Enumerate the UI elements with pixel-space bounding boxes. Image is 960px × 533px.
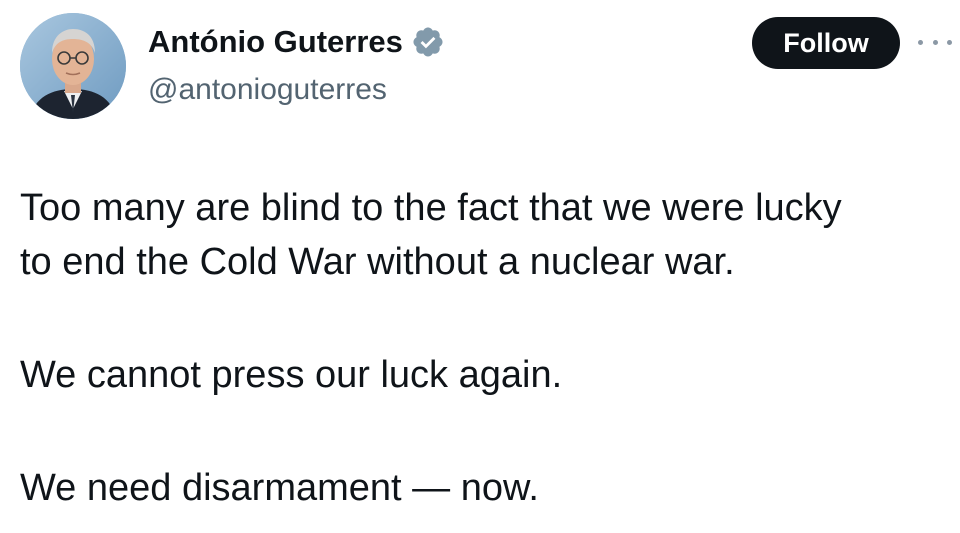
dot [918, 39, 923, 45]
author-handle[interactable]: @antonioguterres [148, 70, 387, 110]
tweet-text-line: We cannot press our luck again. [20, 354, 563, 396]
ellipsis-icon[interactable] [918, 34, 952, 50]
dot [947, 39, 952, 45]
tweet-text-line: We need disarmament — now. [20, 467, 539, 509]
tweet-card: António Guterres @antonioguterres Follow… [0, 0, 960, 533]
tweet-text-line: Too many are blind to the fact that we w… [20, 187, 842, 229]
avatar-image [20, 13, 126, 119]
author-name-row: António Guterres [148, 22, 445, 62]
dot [932, 39, 938, 45]
author-avatar[interactable] [20, 13, 126, 119]
author-display-name[interactable]: António Guterres [148, 22, 403, 62]
tweet-text-line: to end the Cold War without a nuclear wa… [20, 241, 735, 283]
follow-button[interactable]: Follow [752, 17, 900, 69]
verified-badge-icon [411, 25, 445, 59]
